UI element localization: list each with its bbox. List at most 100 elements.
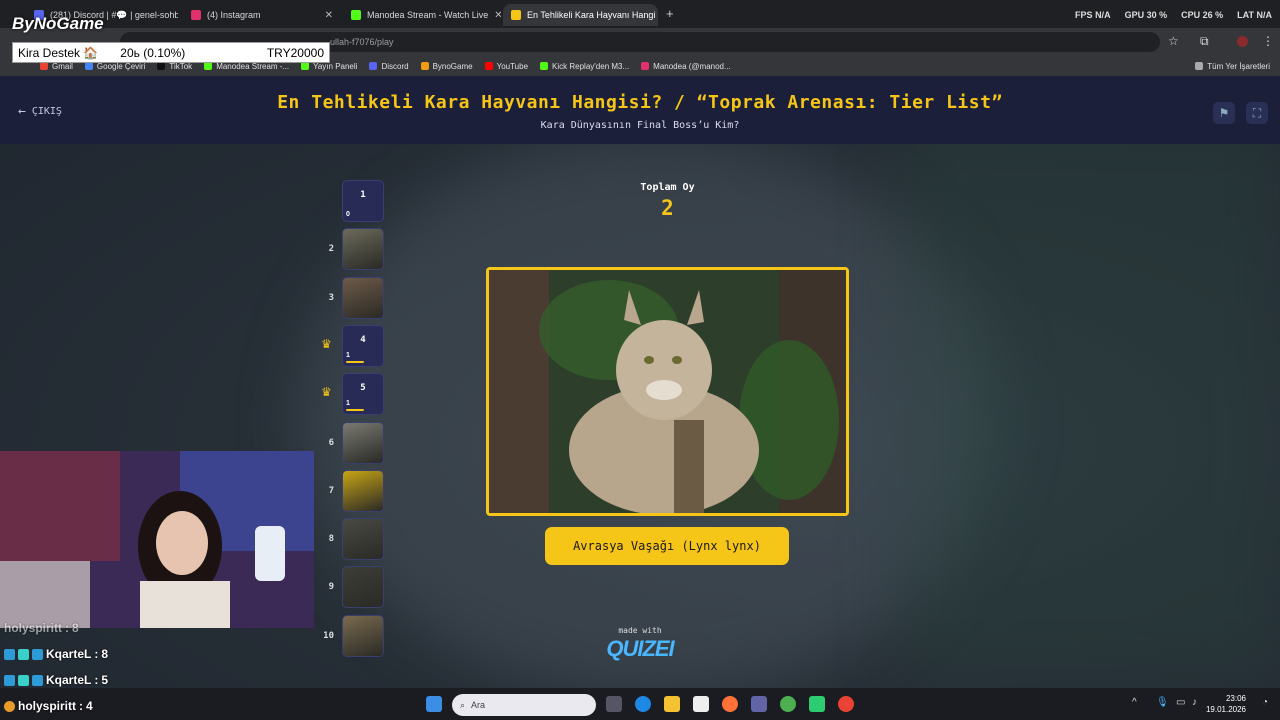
kick-icon: [351, 10, 361, 20]
rank-slot[interactable]: [342, 518, 384, 561]
slot-vote-bar: [346, 409, 364, 412]
performance-overlay: FPS N/A GPU 30 % CPU 26 % LAT N/A: [1075, 10, 1272, 20]
badge-icon: [32, 648, 43, 660]
windows-start-icon[interactable]: [426, 696, 442, 712]
crown-icon: ♛: [321, 336, 332, 351]
animal-image-card[interactable]: [486, 267, 849, 516]
bookmark-label: Tüm Yer İşaretleri: [1207, 61, 1270, 71]
chrome-active-icon[interactable]: [838, 696, 854, 712]
file-explorer-icon[interactable]: [664, 696, 680, 712]
rank-slot[interactable]: [342, 614, 384, 657]
bookmark-kick-replay[interactable]: Kick Replay'den M3...: [540, 62, 629, 71]
bookmark-label: BynoGame: [432, 61, 473, 71]
fullscreen-button[interactable]: ⛶: [1246, 102, 1268, 124]
url-text: ullah-f7076/play: [330, 37, 394, 47]
rank-slot[interactable]: [342, 469, 384, 512]
tab-label: En Tehlikeli Kara Hayvanı Hangi: [527, 10, 656, 20]
tab-label: Manodea Stream - Watch Live: [367, 10, 489, 20]
chat-score: 4: [86, 699, 93, 713]
chevron-up-icon[interactable]: ^: [1132, 697, 1137, 708]
cpu-label: CPU: [1181, 10, 1201, 20]
taskbar-clock[interactable]: 23:06 19.01.2026: [1206, 693, 1246, 715]
rank-slot[interactable]: 10: [342, 180, 384, 222]
bynogame-logo: ByNoGame: [12, 14, 104, 33]
lat-label: LAT: [1237, 10, 1254, 20]
donation-goal-bar: Kira Destek 🏠 20ь (0.10%) TRY20000: [12, 42, 330, 63]
edge-icon[interactable]: [635, 696, 651, 712]
chat-line: holyspiritt: 8: [4, 621, 79, 635]
menu-icon[interactable]: ⋮: [1262, 34, 1274, 48]
answer-button[interactable]: Avrasya Vaşağı (Lynx lynx): [545, 527, 789, 565]
donation-goal-target: TRY20000: [266, 45, 324, 60]
rank-slot[interactable]: 51: [342, 373, 384, 416]
bookmark-youtube[interactable]: YouTube: [484, 61, 529, 71]
youtube-icon: [484, 62, 493, 70]
rank-number: 8: [328, 534, 334, 545]
tiktok-icon: [157, 62, 166, 70]
profile-avatar[interactable]: [1237, 36, 1248, 47]
report-button[interactable]: ⚑: [1213, 102, 1235, 124]
kick-icon: [540, 62, 549, 70]
star-icon[interactable]: ☆: [1168, 34, 1179, 48]
app-icon[interactable]: [809, 696, 825, 712]
kick-icon: [204, 62, 213, 70]
volume-icon[interactable]: ♪: [1192, 697, 1197, 708]
rank-number: 7: [328, 485, 334, 496]
folder-icon: [1195, 62, 1204, 70]
gpu-value: 30 %: [1146, 10, 1168, 20]
network-icon[interactable]: ▭: [1176, 697, 1185, 708]
bookmark-label: Discord: [381, 61, 409, 71]
made-with-label: made with: [618, 626, 662, 635]
bookmark-label: Kick Replay'den M3...: [552, 61, 630, 71]
extensions-icon[interactable]: ⧉: [1200, 34, 1209, 49]
close-icon[interactable]: ✕: [494, 10, 501, 21]
microphone-icon[interactable]: 🎙: [1156, 697, 1169, 708]
badge-icon: [4, 674, 15, 686]
fps-label: FPS: [1075, 10, 1093, 20]
rank-slot[interactable]: [342, 276, 384, 319]
discord-icon: [369, 62, 378, 70]
quizei-logo[interactable]: QUIZEI: [598, 636, 682, 662]
donation-goal-amount: 20ь (0.10%): [120, 45, 186, 60]
new-tab-button[interactable]: +: [666, 6, 674, 21]
bookmark-all[interactable]: Tüm Yer İşaretleri: [1195, 62, 1280, 71]
tab-instagram[interactable]: (4) Instagram ✕: [183, 4, 341, 26]
bookmark-bynogame[interactable]: BynoGame: [420, 61, 473, 71]
badge-icon: [4, 700, 15, 712]
store-icon[interactable]: [693, 696, 709, 712]
rank-slot[interactable]: [342, 228, 384, 271]
chat-user: holyspiritt: [4, 621, 63, 635]
bookmark-manodea-instagram[interactable]: Manodea (@manod...: [641, 62, 731, 71]
chat-user: KqarteL: [46, 647, 92, 661]
chat-score: 8: [72, 621, 79, 635]
chrome-icon[interactable]: [780, 696, 796, 712]
bookmark-label: YouTube: [496, 61, 529, 71]
flag-icon: ⚑: [1218, 106, 1230, 120]
taskbar-search[interactable]: ⌕ Ara: [452, 694, 596, 716]
teams-icon[interactable]: [751, 696, 767, 712]
slot-number: 1: [360, 190, 366, 200]
rank-slot[interactable]: [342, 566, 384, 609]
webcam-overlay: [0, 451, 314, 628]
bookmark-discord[interactable]: Discord: [369, 61, 409, 71]
close-icon[interactable]: ✕: [325, 10, 333, 21]
badge-icon: [4, 648, 15, 660]
slot-number: 4: [360, 334, 366, 345]
search-icon: ⌕: [460, 699, 466, 710]
lynx-photo: [489, 270, 846, 513]
notification-icon[interactable]: ◔: [1262, 697, 1268, 708]
slot-vote-count: 1: [346, 400, 350, 408]
chat-line: KqarteL: 5: [4, 673, 108, 687]
rank-slot[interactable]: [342, 421, 384, 464]
tab-manodea-stream[interactable]: Manodea Stream - Watch Live ✕: [343, 4, 501, 26]
firefox-icon[interactable]: [722, 696, 738, 712]
instagram-icon: [641, 62, 650, 70]
chat-line: KqarteL: 8: [4, 647, 108, 661]
rank-slot[interactable]: 41: [342, 324, 384, 367]
gpu-label: GPU: [1124, 10, 1145, 20]
tab-quiz[interactable]: En Tehlikeli Kara Hayvanı Hangi ✕: [503, 4, 658, 26]
badge-icon: [18, 674, 29, 686]
task-view-icon[interactable]: [606, 696, 622, 712]
chat-score: 5: [101, 673, 109, 687]
slot-vote-bar: [346, 360, 364, 363]
